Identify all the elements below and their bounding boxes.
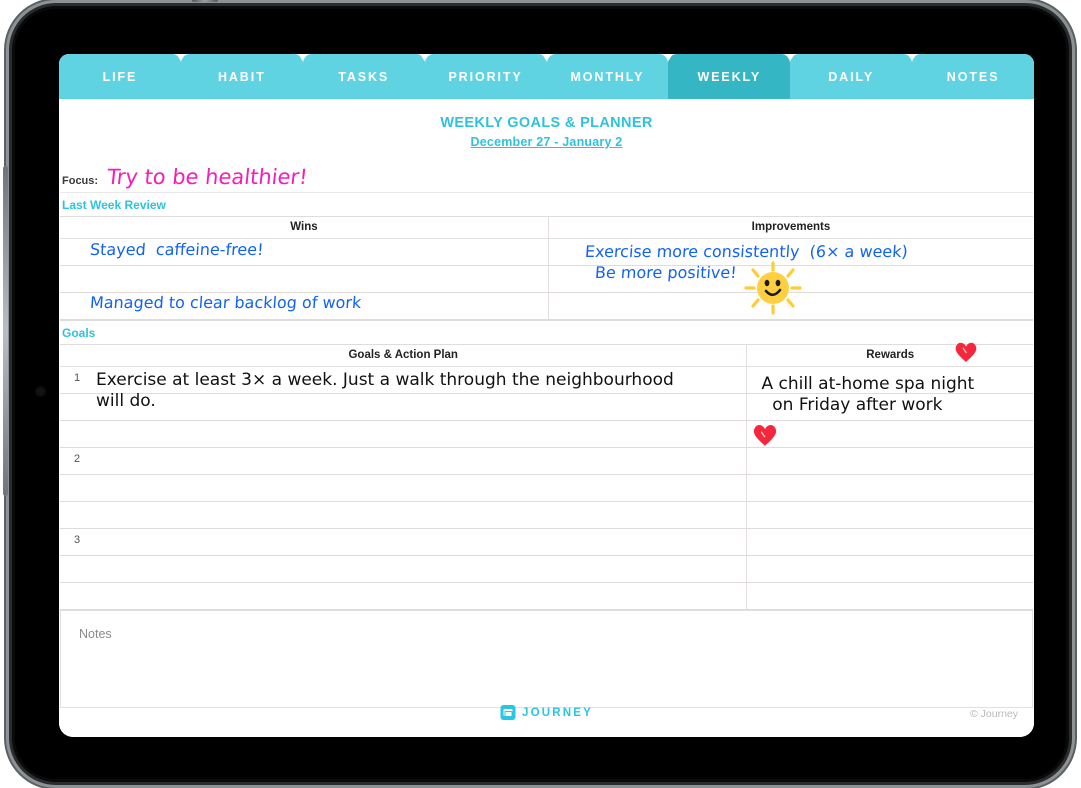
tab-label: HABIT [217, 69, 266, 84]
goals-section-label: Goals [62, 326, 96, 340]
tab-label: NOTES [946, 69, 1000, 84]
tab-label: TASKS [338, 69, 390, 84]
copyright-text: © Journey [969, 708, 1018, 720]
table-header-row: Wins Improvements [60, 216, 1033, 239]
journey-logo-icon [500, 705, 515, 720]
last-week-review-table: Wins Improvements Stayed caffeine-free! … [60, 216, 1034, 321]
tab-daily[interactable]: DAILY [790, 54, 913, 99]
tab-priority[interactable]: PRIORITY [424, 54, 547, 99]
tab-tasks[interactable]: TASKS [302, 54, 425, 99]
wins-writing-area[interactable]: Stayed caffeine-free! Managed to clear b… [60, 239, 548, 320]
tab-notes[interactable]: NOTES [912, 54, 1034, 99]
table-row: 1 Exercise at least 3× a week. Just a wa… [60, 366, 1033, 448]
wins-cell[interactable]: Stayed caffeine-free! Managed to clear b… [60, 239, 548, 321]
improvements-entry-1: Exercise more consistently (6× a week) [584, 242, 909, 261]
focus-value[interactable]: Try to be healthier! [106, 165, 309, 189]
goal-3-reward-cell[interactable] [746, 529, 1033, 611]
heart-sticker-bottom [754, 425, 777, 446]
front-camera-icon [37, 388, 44, 395]
column-header-rewards: Rewards [746, 342, 1033, 367]
notes-placeholder: Notes [79, 627, 112, 641]
goal-number: 1 [74, 372, 81, 384]
column-header-goals-action-plan: Goals & Action Plan [60, 344, 747, 367]
goal-1-reward-writing-area[interactable]: A chill at-home spa night on Friday afte… [747, 367, 1033, 448]
last-week-review-label: Last Week Review [62, 198, 166, 212]
tab-label: PRIORITY [448, 69, 523, 84]
wins-entry-2: Managed to clear backlog of work [89, 293, 362, 312]
top-button[interactable] [192, 0, 218, 2]
goal-2-plan-cell[interactable]: 2 [60, 448, 747, 529]
goal-3-writing-area[interactable]: 3 [60, 529, 747, 610]
table-row: Stayed caffeine-free! Managed to clear b… [60, 238, 1034, 321]
journey-logo[interactable]: JOURNEY [500, 705, 593, 720]
tab-label: MONTHLY [570, 69, 645, 84]
goal-2-reward-writing-area[interactable] [747, 448, 1033, 529]
focus-label: Focus: [62, 175, 99, 187]
goal-1-writing-area[interactable]: 1 Exercise at least 3× a week. Just a wa… [60, 367, 747, 448]
goal-1-plan-text: Exercise at least 3× a week. Just a walk… [96, 370, 674, 412]
tab-monthly[interactable]: MONTHLY [546, 54, 669, 99]
planner-tab-bar: LIFE HABIT TASKS PRIORITY MONTHLY WEEKLY… [59, 54, 1034, 99]
goal-number: 2 [74, 453, 81, 465]
table-row: 3 [60, 529, 1033, 611]
date-range-link[interactable]: December 27 - January 2 [59, 135, 1034, 149]
goal-2-reward-cell[interactable] [746, 448, 1033, 529]
tab-habit[interactable]: HABIT [180, 54, 303, 99]
tablet-screen: LIFE HABIT TASKS PRIORITY MONTHLY WEEKLY… [59, 54, 1034, 737]
tab-label: DAILY [828, 69, 875, 84]
page-footer: JOURNEY © Journey [59, 693, 1034, 737]
goal-number: 3 [74, 534, 81, 546]
goal-1-plan-cell[interactable]: 1 Exercise at least 3× a week. Just a wa… [60, 367, 747, 448]
tab-label: LIFE [102, 69, 138, 84]
focus-row[interactable]: Focus: Try to be healthier! [60, 165, 1033, 193]
rewards-header-text: Rewards [866, 349, 915, 361]
improvements-writing-area[interactable]: Exercise more consistently (6× a week) B… [548, 239, 1034, 320]
table-header-row: Goals & Action Plan Rewards [60, 342, 1033, 367]
goals-table: Goals & Action Plan Rewards 1 Exercise a… [60, 342, 1033, 611]
sun-smiley-sticker [744, 261, 802, 315]
goal-3-plan-cell[interactable]: 3 [60, 529, 747, 611]
column-header-improvements: Improvements [547, 216, 1033, 239]
journey-brand-text: JOURNEY [522, 706, 593, 719]
improvements-cell[interactable]: Exercise more consistently (6× a week) B… [547, 238, 1034, 321]
goal-1-reward-cell[interactable]: A chill at-home spa night on Friday afte… [746, 366, 1033, 448]
goal-3-reward-writing-area[interactable] [747, 529, 1033, 610]
tablet-device-frame: LIFE HABIT TASKS PRIORITY MONTHLY WEEKLY… [3, 0, 1069, 782]
table-row: 2 [60, 448, 1033, 529]
tab-life[interactable]: LIFE [59, 54, 181, 99]
power-button[interactable] [3, 166, 8, 496]
tab-label: WEEKLY [697, 69, 762, 84]
column-header-wins: Wins [60, 216, 549, 239]
improvements-entry-2: Be more positive! [594, 263, 738, 282]
page-title: WEEKLY GOALS & PLANNER [440, 115, 653, 131]
heart-sticker-top [956, 342, 977, 362]
weekly-planner-page: WEEKLY GOALS & PLANNER December 27 - Jan… [59, 99, 1034, 737]
wins-entry-1: Stayed caffeine-free! [89, 240, 265, 259]
tab-weekly[interactable]: WEEKLY [668, 54, 791, 99]
goal-1-reward-text: A chill at-home spa night on Friday afte… [761, 374, 975, 416]
goal-2-writing-area[interactable]: 2 [60, 448, 747, 529]
